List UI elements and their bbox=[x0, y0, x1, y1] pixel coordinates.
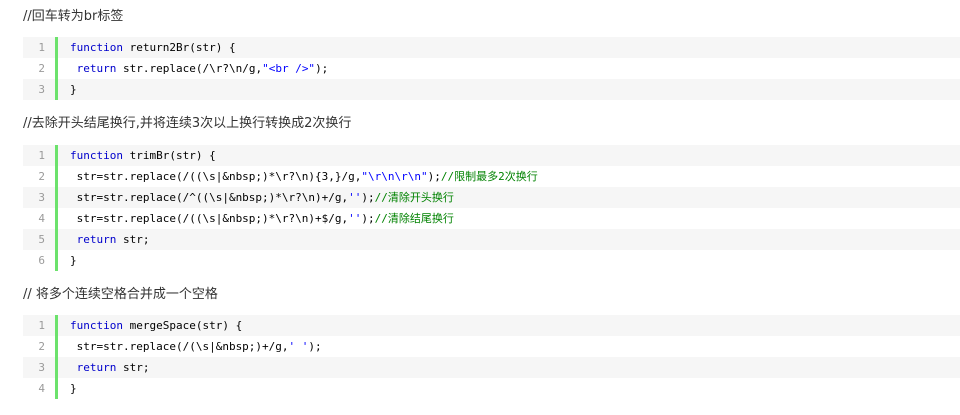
code-line: 5 return str; bbox=[23, 229, 960, 250]
code-text: function return2Br(str) { bbox=[58, 37, 236, 58]
code-line: 3 str=str.replace(/^((\s|&nbsp;)*\r?\n)+… bbox=[23, 187, 960, 208]
code-string: "\r\n\r\n" bbox=[361, 170, 428, 183]
section-heading-br: //回车转为br标签 bbox=[23, 9, 124, 24]
code-comment: //清除结尾换行 bbox=[374, 212, 454, 225]
code-text: } bbox=[58, 378, 77, 399]
code-string: "<br />" bbox=[262, 62, 316, 75]
line-number: 4 bbox=[38, 382, 45, 395]
code-block-return2br: 1 function return2Br(str) {2 return str.r… bbox=[23, 37, 960, 100]
code-keyword: function bbox=[70, 149, 123, 162]
line-number: 4 bbox=[38, 212, 45, 225]
code-keyword: return bbox=[76, 361, 117, 374]
code-token: str.replace(/\r?\n/g, bbox=[116, 62, 263, 75]
line-number: 3 bbox=[38, 191, 45, 204]
code-line: 4} bbox=[23, 378, 960, 399]
code-token: str; bbox=[116, 233, 150, 246]
code-token: mergeSpace(str) { bbox=[122, 319, 243, 332]
code-text: function trimBr(str) { bbox=[58, 145, 216, 166]
code-token: } bbox=[70, 254, 77, 267]
code-text: return str; bbox=[58, 229, 150, 250]
code-token: } bbox=[70, 83, 77, 96]
line-number: 1 bbox=[38, 149, 45, 162]
code-comment: //清除开头换行 bbox=[374, 191, 454, 204]
code-text: } bbox=[58, 250, 77, 271]
code-token: str=str.replace(/((\s|&nbsp;)*\r?\n)+$/g… bbox=[70, 212, 349, 225]
code-line: 1 function return2Br(str) { bbox=[23, 37, 960, 58]
code-string: ' ' bbox=[288, 340, 309, 353]
line-number: 3 bbox=[38, 83, 45, 96]
line-number: 1 bbox=[38, 319, 45, 332]
code-token: ); bbox=[361, 191, 375, 204]
section-heading-mergespace: // 将多个连续空格合并成一个空格 bbox=[23, 287, 218, 302]
line-number: 2 bbox=[38, 62, 45, 75]
section-heading-trimbr: //去除开头结尾换行,并将连续3次以上换行转换成2次换行 bbox=[23, 116, 352, 131]
line-number: 2 bbox=[38, 170, 45, 183]
code-token: ); bbox=[361, 212, 375, 225]
code-block-mergespace: 1 function mergeSpace(str) {2 str=str.rep… bbox=[23, 315, 960, 399]
code-text: str=str.replace(/(\s|&nbsp;)+/g,' '); bbox=[58, 336, 322, 357]
code-text: function mergeSpace(str) { bbox=[58, 315, 242, 336]
code-line: 2 str=str.replace(/((\s|&nbsp;)*\r?\n){3… bbox=[23, 166, 960, 187]
code-token: return2Br(str) { bbox=[122, 41, 236, 54]
code-string: '' bbox=[348, 191, 362, 204]
line-number: 5 bbox=[38, 233, 45, 246]
code-token: ); bbox=[308, 340, 322, 353]
code-line: 2 str=str.replace(/(\s|&nbsp;)+/g,' '); bbox=[23, 336, 960, 357]
code-line: 1 function trimBr(str) { bbox=[23, 145, 960, 166]
code-token: ); bbox=[427, 170, 441, 183]
code-line: 2 return str.replace(/\r?\n/g,"<br />"); bbox=[23, 58, 960, 79]
code-line: 3 return str; bbox=[23, 357, 960, 378]
code-token: } bbox=[70, 382, 77, 395]
code-block-trimbr: 1 function trimBr(str) {2 str=str.replace… bbox=[23, 145, 960, 271]
line-number: 2 bbox=[38, 340, 45, 353]
code-keyword: function bbox=[70, 41, 123, 54]
line-number: 3 bbox=[38, 361, 45, 374]
code-keyword: return bbox=[76, 233, 117, 246]
code-text: return str; bbox=[58, 357, 150, 378]
code-line: 4 str=str.replace(/((\s|&nbsp;)*\r?\n)+$… bbox=[23, 208, 960, 229]
line-number: 1 bbox=[38, 41, 45, 54]
line-number: 6 bbox=[38, 254, 45, 267]
code-text: str=str.replace(/((\s|&nbsp;)*\r?\n){3,}… bbox=[58, 166, 538, 187]
code-line: 1 function mergeSpace(str) { bbox=[23, 315, 960, 336]
article-page: //回车转为br标签 1 function return2Br(str) {2 r… bbox=[0, 0, 960, 415]
code-comment: //限制最多2次换行 bbox=[440, 170, 538, 183]
code-token: str=str.replace(/((\s|&nbsp;)*\r?\n){3,}… bbox=[70, 170, 362, 183]
code-keyword: return bbox=[76, 62, 117, 75]
code-keyword: function bbox=[70, 319, 123, 332]
code-text: str=str.replace(/((\s|&nbsp;)*\r?\n)+$/g… bbox=[58, 208, 454, 229]
code-string: '' bbox=[348, 212, 362, 225]
code-text: str=str.replace(/^((\s|&nbsp;)*\r?\n)+/g… bbox=[58, 187, 454, 208]
code-text: return str.replace(/\r?\n/g,"<br />"); bbox=[58, 58, 329, 79]
code-token: str=str.replace(/^((\s|&nbsp;)*\r?\n)+/g… bbox=[70, 191, 349, 204]
code-token: ); bbox=[315, 62, 329, 75]
code-line: 3} bbox=[23, 79, 960, 100]
code-token: str; bbox=[116, 361, 150, 374]
code-text: } bbox=[58, 79, 77, 100]
code-line: 6} bbox=[23, 250, 960, 271]
code-token: trimBr(str) { bbox=[122, 149, 216, 162]
code-token: str=str.replace(/(\s|&nbsp;)+/g, bbox=[70, 340, 289, 353]
